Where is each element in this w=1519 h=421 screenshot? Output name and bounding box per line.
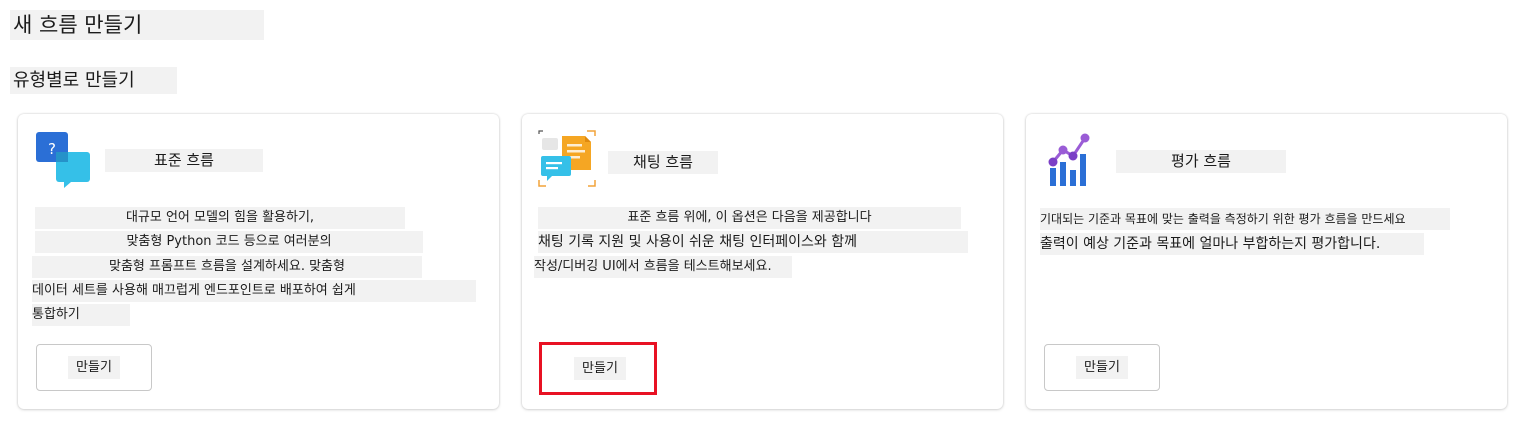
create-standard-flow-button[interactable]: 만들기 xyxy=(36,344,152,391)
evaluation-flow-card: 평가 흐름 기대되는 기준과 목표에 맞는 출력을 측정하기 위한 평가 흐름을… xyxy=(1026,114,1507,409)
chat-flow-card: 채팅 흐름 표준 흐름 위에, 이 옵션은 다음을 제공합니다 채팅 기록 지원… xyxy=(522,114,1003,409)
card-description-line: 맞춤형 프롬프트 흐름을 설계하세요. 맞춤형 xyxy=(32,256,422,278)
highlight-box xyxy=(539,342,657,395)
card-description-line: 작성/디버깅 UI에서 흐름을 테스트해보세요. xyxy=(534,256,792,278)
section-title: 유형별로 만들기 xyxy=(10,67,177,94)
card-description-line: 표준 흐름 위에, 이 옵션은 다음을 제공합니다 xyxy=(538,207,961,229)
chat-question-icon: ? xyxy=(36,132,94,188)
card-description-line: 대규모 언어 모델의 힘을 활용하기, xyxy=(35,207,405,229)
button-label: 만들기 xyxy=(68,356,120,379)
card-description-line: 데이터 세트를 사용해 매끄럽게 엔드포인트로 배포하여 쉽게 xyxy=(32,280,476,302)
evaluation-chart-icon xyxy=(1048,132,1096,186)
button-label: 만들기 xyxy=(1076,356,1128,379)
card-title: 채팅 흐름 xyxy=(608,151,718,174)
card-description-line: 출력이 예상 기준과 목표에 얼마나 부합하는지 평가합니다. xyxy=(1040,233,1424,255)
create-evaluation-flow-button[interactable]: 만들기 xyxy=(1044,344,1160,391)
card-description-line: 맞춤형 Python 코드 등으로 여러분의 xyxy=(35,231,423,253)
chat-document-icon xyxy=(538,130,598,188)
standard-flow-card: ? 표준 흐름 대규모 언어 모델의 힘을 활용하기, 맞춤형 Python 코… xyxy=(18,114,499,409)
card-description-line: 통합하기 xyxy=(32,304,130,326)
card-description-line: 기대되는 기준과 목표에 맞는 출력을 측정하기 위한 평가 흐름을 만드세요 xyxy=(1040,208,1450,230)
page-title: 새 흐름 만들기 xyxy=(10,10,264,40)
svg-text:?: ? xyxy=(48,140,56,158)
card-description-line: 채팅 기록 지원 및 사용이 쉬운 채팅 인터페이스와 함께 xyxy=(538,231,968,253)
card-title: 표준 흐름 xyxy=(105,149,263,172)
card-title: 평가 흐름 xyxy=(1116,150,1286,173)
